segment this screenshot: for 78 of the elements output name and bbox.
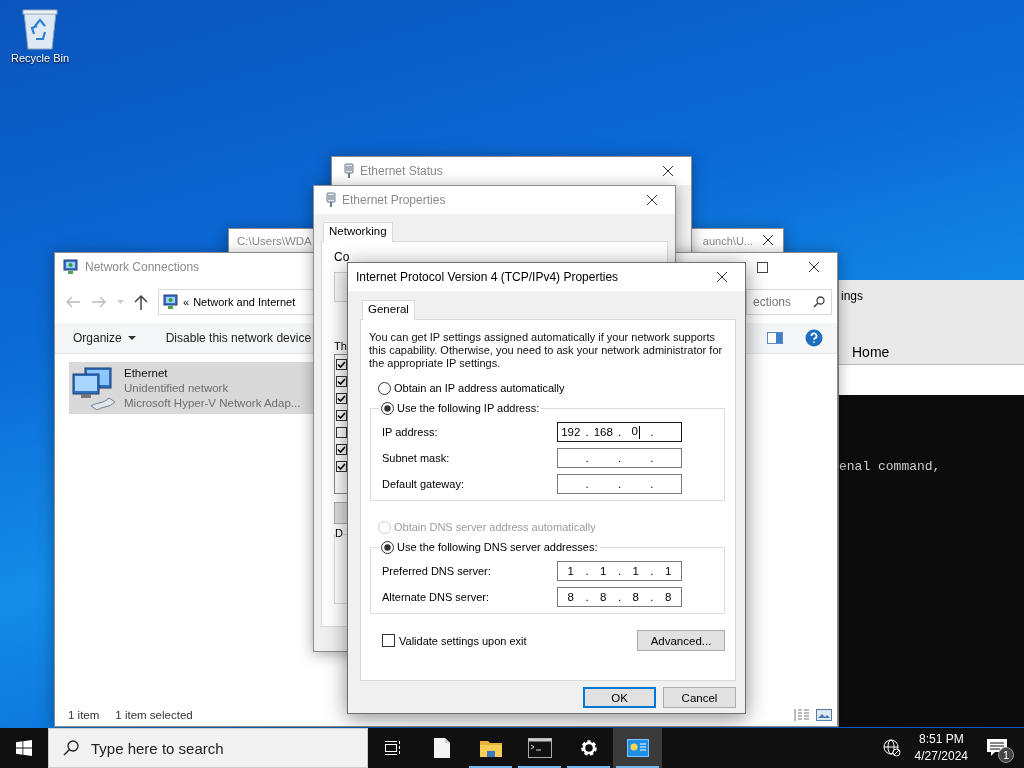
taskbar-button[interactable] (613, 728, 662, 768)
console-icon (527, 738, 552, 758)
window-title: Ethernet Properties (342, 193, 446, 207)
item-name: Ethernet (124, 365, 169, 381)
network-icon (163, 294, 179, 310)
field-label: Alternate DNS server: (382, 591, 490, 603)
option-label: Obtain DNS server address automatically (394, 521, 596, 533)
checkbox[interactable] (336, 410, 347, 421)
up-arrow-icon[interactable] (134, 294, 148, 310)
option-label: Use the following DNS server addresses: (397, 541, 598, 553)
checkbox[interactable] (336, 359, 347, 370)
checkbox[interactable] (336, 376, 347, 387)
ip-address-field[interactable]: . . . (557, 474, 682, 494)
taskbar-search-field[interactable]: Type here to search (48, 728, 368, 768)
network-item[interactable]: Ethernet Unidentified network Microsoft Hyper-V Network Adap... (69, 362, 314, 414)
toolbar-button[interactable]: Organize (73, 331, 136, 345)
item-device: Microsoft Hyper-V Network Adap... (124, 395, 301, 411)
window-title: ings (841, 289, 864, 303)
large-icons-view-icon[interactable] (816, 708, 832, 722)
settings-icon (578, 738, 599, 758)
dialog-button[interactable]: Cancel (663, 687, 736, 708)
field-label: Co (334, 250, 350, 264)
ip-address-field[interactable]: 1 . 1 . 1 . 1 (557, 561, 682, 581)
option-label: Use the following IP address: (397, 402, 540, 414)
search-icon (63, 740, 79, 756)
notification-badge: 1 (998, 747, 1014, 763)
group-label: D (335, 527, 343, 539)
advanced-button[interactable]: Advanced... (637, 630, 725, 651)
caret-icon (127, 336, 136, 340)
tab[interactable]: Networking (323, 222, 393, 242)
checkbox[interactable] (336, 444, 347, 455)
checkbox-label: Validate settings upon exit (399, 634, 527, 647)
radio-button[interactable] (378, 381, 391, 395)
window-title: C:\Users\WDA (237, 234, 312, 247)
console-text: enal command, (839, 459, 941, 474)
field-label: Subnet mask: (382, 452, 451, 464)
option-label: Obtain an IP address automatically (394, 382, 565, 394)
intro-text: You can get IP settings assigned automatically if your network supports this capability. Otherwise, you need to ask your network administrator for the appropriate IP settings. (369, 331, 724, 370)
clock[interactable]: 8:51 PM 4/27/2024 (908, 731, 974, 765)
help-icon[interactable] (805, 329, 823, 347)
window-title: Network Connections (85, 260, 200, 274)
ip-address-field[interactable]: 192 . 168 . 0 . (557, 422, 682, 442)
document-icon (433, 738, 450, 758)
toolbar-button[interactable]: Disable this network device (165, 331, 312, 345)
radio-button[interactable] (381, 540, 394, 554)
preview-pane-icon[interactable] (767, 332, 783, 344)
window-title: Internet Protocol Version 4 (TCP/IPv4) Properties (356, 270, 619, 284)
ip-address-field[interactable]: 8 . 8 . 8 . 8 (557, 587, 682, 607)
recycle-bin-icon[interactable] (21, 6, 59, 50)
window-title: aunch\U... (702, 234, 753, 247)
checkbox[interactable] (382, 634, 395, 647)
task-view-icon (383, 740, 402, 756)
window-title: Ethernet Status (360, 164, 443, 178)
checkbox[interactable] (336, 393, 347, 404)
search-icon (813, 296, 825, 308)
dialog-button[interactable]: OK (583, 687, 656, 708)
plug-icon (326, 192, 336, 208)
checkbox[interactable] (336, 427, 347, 438)
field-label: Preferred DNS server: (382, 565, 492, 577)
ribbon-tab[interactable]: Home (841, 344, 1024, 360)
item-status: Unidentified network (124, 380, 230, 396)
plug-icon (344, 163, 354, 179)
network-window-icon (626, 739, 649, 757)
status-text: 1 item selected (115, 709, 193, 721)
checkbox[interactable] (336, 461, 347, 472)
field-label: Default gateway: (382, 478, 465, 490)
radio-button[interactable] (381, 401, 394, 415)
field-label: IP address: (382, 426, 439, 438)
desktop-icon-label: Recycle Bin (10, 52, 70, 64)
folder-icon (479, 739, 502, 757)
status-text: 1 item (68, 709, 100, 721)
globe-icon[interactable] (882, 739, 901, 757)
list-label: Th (334, 340, 347, 352)
tab[interactable]: General (362, 300, 415, 320)
windows-logo-icon (16, 740, 32, 756)
network-icon (63, 259, 79, 275)
search-field[interactable]: ections (746, 289, 832, 315)
ip-address-field[interactable]: . . . (557, 448, 682, 468)
